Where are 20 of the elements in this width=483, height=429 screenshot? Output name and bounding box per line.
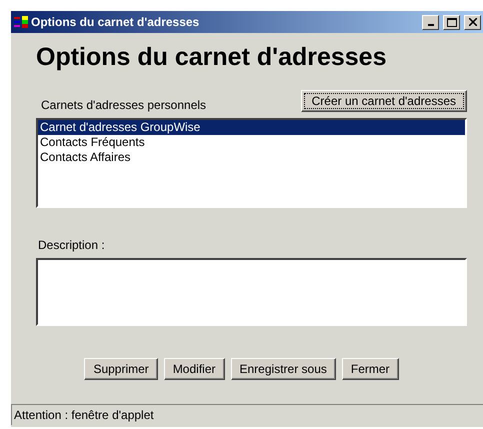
list-item[interactable]: Contacts Affaires [38, 150, 465, 165]
page-heading: Options du carnet d'adresses [36, 43, 388, 72]
address-books-label: Carnets d'adresses personnels [41, 98, 206, 112]
minimize-button[interactable] [422, 14, 439, 30]
app-icon [14, 16, 28, 28]
create-address-book-button[interactable]: Créer un carnet d'adresses [300, 90, 467, 112]
action-button[interactable]: Supprimer [84, 358, 158, 380]
action-button[interactable]: Modifier [164, 358, 224, 380]
description-label: Description : [37, 238, 106, 252]
window-title: Options du carnet d'adresses [31, 15, 200, 29]
action-button[interactable]: Fermer [342, 358, 399, 380]
description-field[interactable] [36, 258, 467, 326]
list-item[interactable]: Contacts Fréquents [38, 135, 465, 150]
maximize-button[interactable] [443, 14, 460, 30]
maximize-icon [446, 18, 456, 26]
action-button[interactable]: Enregistrer sous [230, 358, 336, 380]
status-bar: Attention : fenêtre d'applet [11, 404, 483, 425]
close-button[interactable] [464, 14, 481, 30]
close-icon [468, 18, 476, 26]
list-item[interactable]: Carnet d'adresses GroupWise [38, 120, 465, 135]
